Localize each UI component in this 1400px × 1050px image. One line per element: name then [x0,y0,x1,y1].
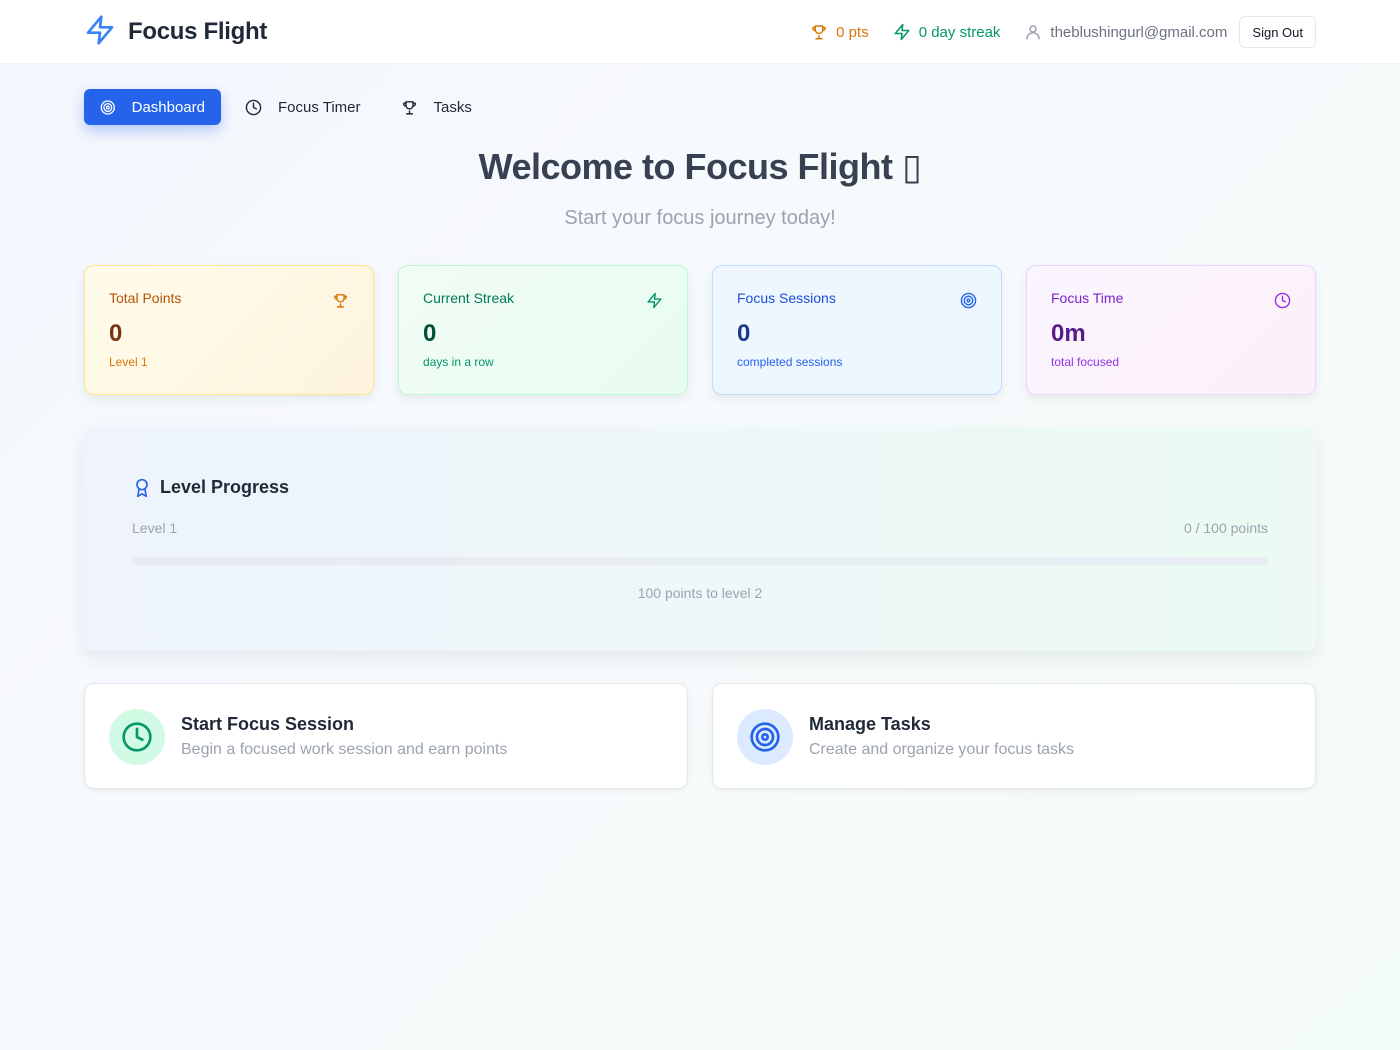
level-progress-title: Level Progress [160,477,290,497]
stat-card-focus-sessions: Focus Sessions 0 completed sessions [712,265,1002,395]
next-level-text: 100 points to level 2 [637,585,763,601]
stat-value: 0 [737,320,751,347]
action-icon-wrap [109,709,165,765]
stat-label: Total Points [109,290,182,306]
stat-card-current-streak: Current Streak 0 days in a row [398,265,688,395]
stat-value: 0m [1051,320,1086,347]
zap-icon [894,23,910,41]
award-icon [136,478,148,497]
action-description: Begin a focused work session and earn po… [181,741,508,758]
stat-value: 0 [423,320,437,347]
stat-sub: total focused [1051,355,1120,369]
brand[interactable]: Focus Flight [84,14,267,50]
stat-card-focus-time: Focus Time 0m total focused [1026,265,1316,395]
tab-tasks[interactable]: Tasks [385,89,488,125]
user-info: theblushingurl@gmail.com [1024,23,1227,41]
header-streak: 0 day streak [893,23,1001,41]
target-icon [960,292,977,309]
action-description: Create and organize your focus tasks [809,741,1075,758]
header-points-label: 0 pts [836,23,869,41]
header-right: 0 pts 0 day streak theblushingurl@gmail.… [810,16,1316,48]
stat-sub: days in a row [423,355,494,369]
tab-dashboard[interactable]: Dashboard [84,89,221,125]
sign-out-button[interactable]: Sign Out [1239,16,1316,48]
level-progress-panel: Level Progress Level 1 0 / 100 points 10… [84,427,1316,651]
user-icon [1026,25,1041,40]
action-title: Manage Tasks [809,714,931,734]
brand-title: Focus Flight [128,18,268,45]
start-focus-session-card[interactable]: Start Focus Session Begin a focused work… [84,683,688,789]
tab-focus-timer-label: Focus Timer [278,98,361,116]
manage-tasks-card[interactable]: Manage Tasks Create and organize your fo… [712,683,1316,789]
stat-label: Focus Sessions [737,290,836,306]
zap-icon [647,292,662,309]
header-streak-label: 0 day streak [918,23,1001,41]
app-header: Focus Flight 0 pts 0 day streak theblush… [0,0,1400,64]
target-icon [100,99,115,115]
action-title: Start Focus Session [181,714,355,734]
tab-dashboard-label: Dashboard [131,98,205,116]
clock-icon [245,99,262,115]
trophy-icon [812,25,827,40]
stat-card-total-points: Total Points 0 Level 1 [84,265,374,395]
page-subtitle: Start your focus journey today! [564,207,836,229]
stat-value: 0 [109,320,123,347]
main-nav: Dashboard Focus Timer Tasks [84,89,496,125]
tab-focus-timer[interactable]: Focus Timer [229,89,377,125]
action-icon-wrap [737,709,793,765]
level-progress-bar [132,557,1268,565]
user-email: theblushingurl@gmail.com [1050,23,1228,41]
trophy-icon [402,100,416,115]
level-progress-header: Level Progress [132,477,289,498]
trophy-icon [334,294,347,308]
zap-logo-icon [84,14,116,51]
clock-icon [122,722,152,752]
tab-tasks-label: Tasks [433,98,472,116]
target-icon [750,722,780,752]
level-points: 0 / 100 points [1183,520,1268,536]
stat-sub: completed sessions [737,355,843,369]
stat-sub: Level 1 [109,355,148,369]
header-points: 0 pts [810,23,869,41]
stat-label: Focus Time [1051,290,1124,306]
clock-icon [1274,292,1291,309]
current-level: Level 1 [132,520,178,536]
stat-label: Current Streak [423,290,515,306]
page-title: Welcome to Focus Flight ▯ [478,146,922,187]
